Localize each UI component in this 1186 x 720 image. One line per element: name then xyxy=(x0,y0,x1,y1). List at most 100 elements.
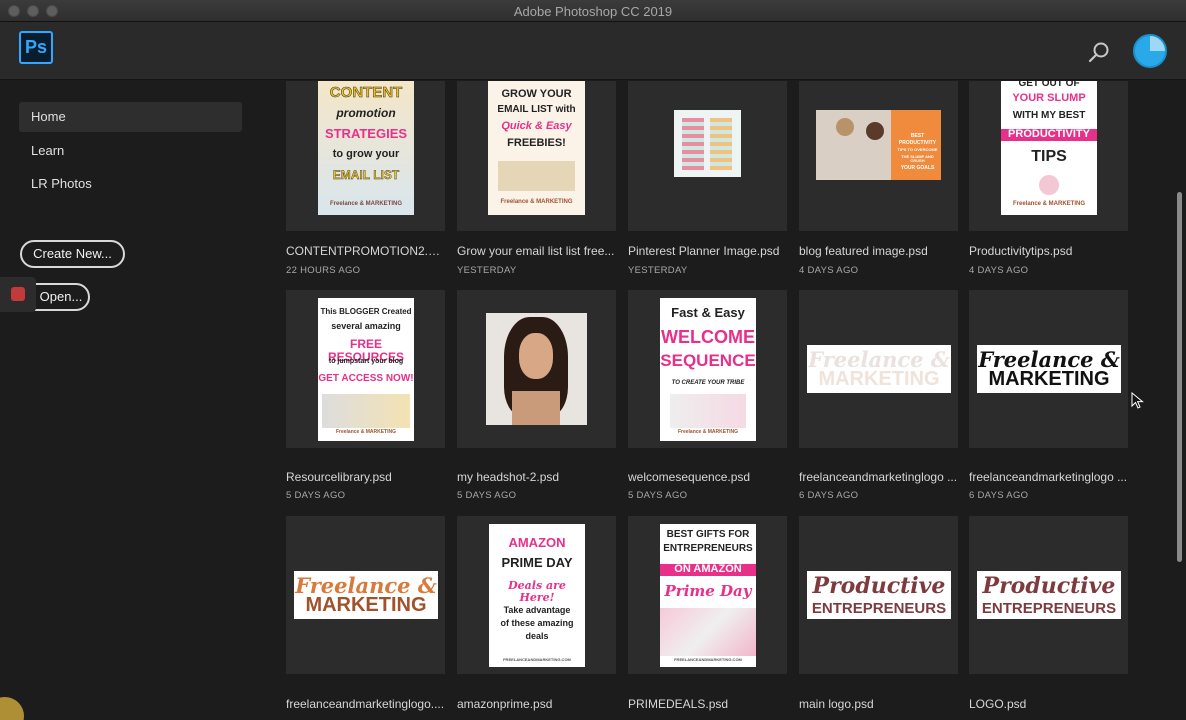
thumb-text: of these amazing xyxy=(500,618,574,628)
file-date: 6 DAYS AGO xyxy=(969,490,1029,501)
file-date: 5 DAYS AGO xyxy=(628,490,688,501)
thumb-text: FREELANCEANDMARKETING.COM xyxy=(674,657,742,662)
file-thumbnail xyxy=(486,313,587,425)
thumb-text: FREEBIES! xyxy=(507,137,566,149)
thumb-text: ENTREPRENEURS xyxy=(811,600,947,617)
file-card-logo-faded[interactable]: Freelance & MARKETING xyxy=(799,290,958,448)
thumb-text: MARKETING xyxy=(818,368,940,390)
scrollbar-thumb[interactable] xyxy=(1177,192,1182,562)
thumb-text: Freelance & MARKETING xyxy=(500,199,573,205)
record-indicator-icon xyxy=(0,277,36,312)
sidebar-item-lr-photos[interactable]: LR Photos xyxy=(19,169,242,199)
user-avatar[interactable] xyxy=(1133,34,1167,68)
file-card-logo-black[interactable]: Freelance & MARKETING xyxy=(969,290,1128,448)
file-card-headshot[interactable] xyxy=(457,290,616,448)
file-card-grow-email[interactable]: GROW YOUR EMAIL LIST with Quick & Easy F… xyxy=(457,81,616,231)
file-card-logo[interactable]: Productive ENTREPRENEURS xyxy=(969,516,1128,674)
file-thumbnail: Freelance & MARKETING xyxy=(807,345,951,393)
thumb-text: Productive xyxy=(982,573,1116,599)
file-name[interactable]: freelanceandmarketinglogo ... xyxy=(969,470,1129,484)
photoshop-logo[interactable]: Ps xyxy=(19,31,53,64)
thumb-text: TIPS TO OVERCOME xyxy=(897,147,938,152)
file-name[interactable]: Pinterest Planner Image.psd xyxy=(628,244,788,258)
thumb-text: WITH MY BEST xyxy=(1012,110,1086,121)
file-name[interactable]: Productivitytips.psd xyxy=(969,244,1129,258)
file-thumbnail: Productive ENTREPRENEURS xyxy=(807,571,951,619)
thumb-text: TO CREATE YOUR TRIBE xyxy=(671,380,745,386)
thumb-text: GET OUT OF xyxy=(1018,81,1080,89)
thumb-text: Freelance & MARKETING xyxy=(329,201,402,207)
thumb-text: Prime Day xyxy=(664,582,752,600)
thumb-text: GET ACCESS NOW! xyxy=(318,373,414,384)
file-thumbnail: Productive ENTREPRENEURS xyxy=(977,571,1121,619)
file-thumbnail: BEST GIFTS FOR ENTREPRENEURS ON AMAZON P… xyxy=(660,524,756,667)
mouse-cursor-icon xyxy=(1131,392,1144,409)
thumb-text: Freelance & MARKETING xyxy=(1012,201,1085,207)
file-name[interactable]: freelanceandmarketinglogo.... xyxy=(286,697,446,711)
file-name[interactable]: Resourcelibrary.psd xyxy=(286,470,446,484)
file-card-blog-featured[interactable]: BEST PRODUCTIVITY TIPS TO OVERCOME THE S… xyxy=(799,81,958,231)
file-date: 6 DAYS AGO xyxy=(799,490,859,501)
thumb-text: CONTENT xyxy=(329,84,403,101)
thumb-text: ENTREPRENEURS xyxy=(663,543,753,554)
file-thumbnail: GET OUT OF YOUR SLUMP WITH MY BEST PRODU… xyxy=(1001,81,1097,215)
file-name[interactable]: PRIMEDEALS.psd xyxy=(628,697,788,711)
thumb-text: FREELANCEANDMARKETING.COM xyxy=(503,657,571,662)
thumb-text: PRIME DAY xyxy=(501,555,573,570)
photoshop-window: Adobe Photoshop CC 2019 Ps Home Learn LR… xyxy=(0,0,1186,720)
window-title: Adobe Photoshop CC 2019 xyxy=(513,4,673,19)
app-header: Ps xyxy=(0,22,1186,80)
file-name[interactable]: amazonprime.psd xyxy=(457,697,617,711)
file-name[interactable]: freelanceandmarketinglogo ... xyxy=(799,470,959,484)
thumb-text: ON AMAZON xyxy=(660,563,756,576)
thumb-text: Freelance & MARKETING xyxy=(677,429,738,435)
file-thumbnail xyxy=(674,110,741,177)
file-card-pinterest-planner[interactable] xyxy=(628,81,787,231)
file-card-primedeals[interactable]: BEST GIFTS FOR ENTREPRENEURS ON AMAZON P… xyxy=(628,516,787,674)
file-name[interactable]: main logo.psd xyxy=(799,697,959,711)
thumb-text: promotion xyxy=(336,106,396,120)
file-card-main-logo[interactable]: Productive ENTREPRENEURS xyxy=(799,516,958,674)
file-card-contentpromotion[interactable]: CONTENT promotion STRATEGIES to grow you… xyxy=(286,81,445,231)
title-bar: Adobe Photoshop CC 2019 xyxy=(0,0,1186,22)
file-name[interactable]: my headshot-2.psd xyxy=(457,470,617,484)
thumb-text: Productive xyxy=(812,573,946,599)
thumb-text: THE SLUMP AND CRUSH xyxy=(901,154,934,164)
file-name[interactable]: blog featured image.psd xyxy=(799,244,959,258)
thumb-text: EMAIL LIST with xyxy=(497,104,576,115)
thumb-text: Freelance & MARKETING xyxy=(335,429,396,435)
thumb-text: AMAZON xyxy=(508,535,566,550)
thumb-text: MARKETING xyxy=(988,368,1110,390)
thumb-text: PRODUCTIVITY xyxy=(1001,128,1097,141)
thumb-text: Quick & Easy xyxy=(501,120,572,132)
file-date: 4 DAYS AGO xyxy=(969,265,1029,276)
file-name[interactable]: LOGO.psd xyxy=(969,697,1129,711)
file-card-welcomesequence[interactable]: Fast & Easy WELCOME SEQUENCE TO CREATE Y… xyxy=(628,290,787,448)
file-date: 5 DAYS AGO xyxy=(457,490,517,501)
thumb-text: WELCOME xyxy=(661,327,755,347)
file-date: 5 DAYS AGO xyxy=(286,490,346,501)
file-card-productivitytips[interactable]: GET OUT OF YOUR SLUMP WITH MY BEST PRODU… xyxy=(969,81,1128,231)
recent-files-grid: CONTENT promotion STRATEGIES to grow you… xyxy=(262,81,1186,720)
thumb-text: YOUR SLUMP xyxy=(1012,92,1086,104)
sidebar-item-learn[interactable]: Learn xyxy=(19,136,242,166)
thumb-text: ENTREPRENEURS xyxy=(981,600,1117,617)
thumb-text: GROW YOUR xyxy=(501,88,572,100)
search-icon[interactable] xyxy=(1087,41,1111,65)
file-date: YESTERDAY xyxy=(457,265,517,276)
file-card-logo-brown[interactable]: Freelance & MARKETING xyxy=(286,516,445,674)
thumb-text: MARKETING xyxy=(305,594,427,616)
file-name[interactable]: CONTENTPROMOTION2.psd xyxy=(286,244,446,258)
file-thumbnail: Freelance & MARKETING xyxy=(977,345,1121,393)
thumb-text: EMAIL LIST xyxy=(332,168,400,182)
thumb-text: to grow your xyxy=(332,148,400,160)
thumb-text: TIPS xyxy=(1031,148,1067,165)
thumb-text: YOUR GOALS xyxy=(900,165,935,171)
sidebar-item-home[interactable]: Home xyxy=(19,102,242,132)
file-name[interactable]: Grow your email list list free... xyxy=(457,244,617,258)
create-new-button[interactable]: Create New... xyxy=(20,240,125,268)
file-name[interactable]: welcomesequence.psd xyxy=(628,470,788,484)
file-card-resourcelibrary[interactable]: This BLOGGER Created several amazing FRE… xyxy=(286,290,445,448)
file-card-amazonprime[interactable]: AMAZON PRIME DAY Deals are Here! Take ad… xyxy=(457,516,616,674)
thumb-text: to jumpstart your blog xyxy=(328,358,404,365)
